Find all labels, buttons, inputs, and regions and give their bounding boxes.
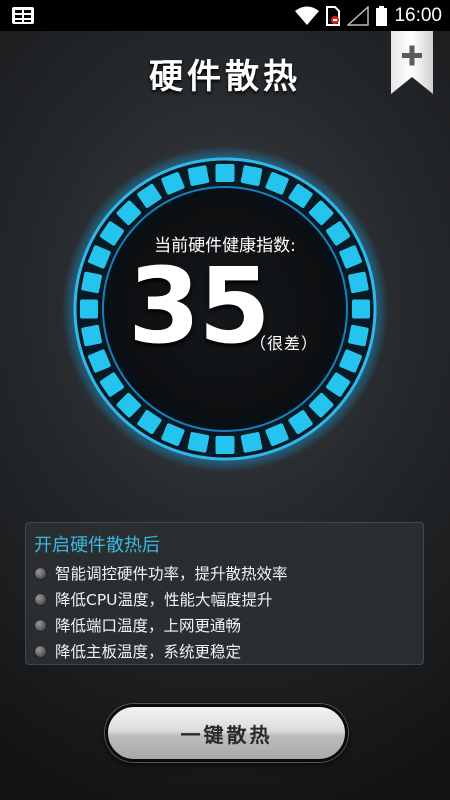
gauge-segment: [81, 271, 102, 294]
gauge-segment: [187, 432, 210, 453]
gauge-segment: [187, 165, 210, 186]
benefits-panel: 开启硬件散热后 智能调控硬件功率，提升散热效率 降低CPU温度，性能大幅度提升 …: [25, 522, 424, 665]
benefit-text: 降低端口温度，上网更通畅: [55, 617, 242, 635]
no-signal-icon: [347, 6, 370, 26]
benefit-text: 降低主板温度，系统更稳定: [55, 643, 242, 661]
app-screen: 硬件散热 当前硬件健康指数: 35 （很差） 开启硬件散热后 智能调控硬件功率，…: [0, 31, 450, 800]
benefit-text: 降低CPU温度，性能大幅度提升: [55, 591, 273, 609]
benefit-item: 降低CPU温度，性能大幅度提升: [34, 586, 414, 612]
gauge-segment: [240, 165, 263, 186]
health-index-value: 35: [128, 245, 271, 367]
benefit-item: 智能调控硬件功率，提升散热效率: [34, 560, 414, 586]
benefit-text: 智能调控硬件功率，提升散热效率: [55, 565, 288, 583]
gauge-segment: [80, 299, 98, 319]
bullet-icon: [34, 566, 47, 580]
one-click-cooling-button[interactable]: 一键散热: [105, 704, 348, 762]
benefit-item: 降低主板温度，系统更稳定: [34, 638, 414, 664]
gauge-segment: [348, 271, 369, 294]
bbm-notification-icon: [12, 7, 34, 24]
benefit-item: 降低端口温度，上网更通畅: [34, 612, 414, 638]
sim-card-icon: [326, 6, 341, 26]
wifi-icon: [295, 6, 320, 25]
gauge-segment: [215, 436, 235, 454]
health-rating: （很差）: [250, 334, 319, 353]
bullet-icon: [34, 592, 47, 606]
benefits-title: 开启硬件散热后: [34, 535, 160, 556]
gauge-segment: [240, 432, 263, 453]
gauge-segment: [215, 164, 235, 182]
benefits-list: 智能调控硬件功率，提升散热效率 降低CPU温度，性能大幅度提升 降低端口温度，上…: [34, 560, 414, 664]
gauge-segment: [352, 299, 370, 319]
plus-icon[interactable]: [391, 31, 433, 94]
gauge-segment: [81, 324, 102, 347]
gauge-segment: [348, 324, 369, 347]
bullet-icon: [34, 644, 47, 658]
bullet-icon: [34, 618, 47, 632]
battery-icon: [376, 6, 388, 26]
status-time: 16:00: [394, 5, 442, 26]
page-title: 硬件散热: [149, 57, 301, 97]
status-bar: 16:00: [0, 0, 450, 31]
